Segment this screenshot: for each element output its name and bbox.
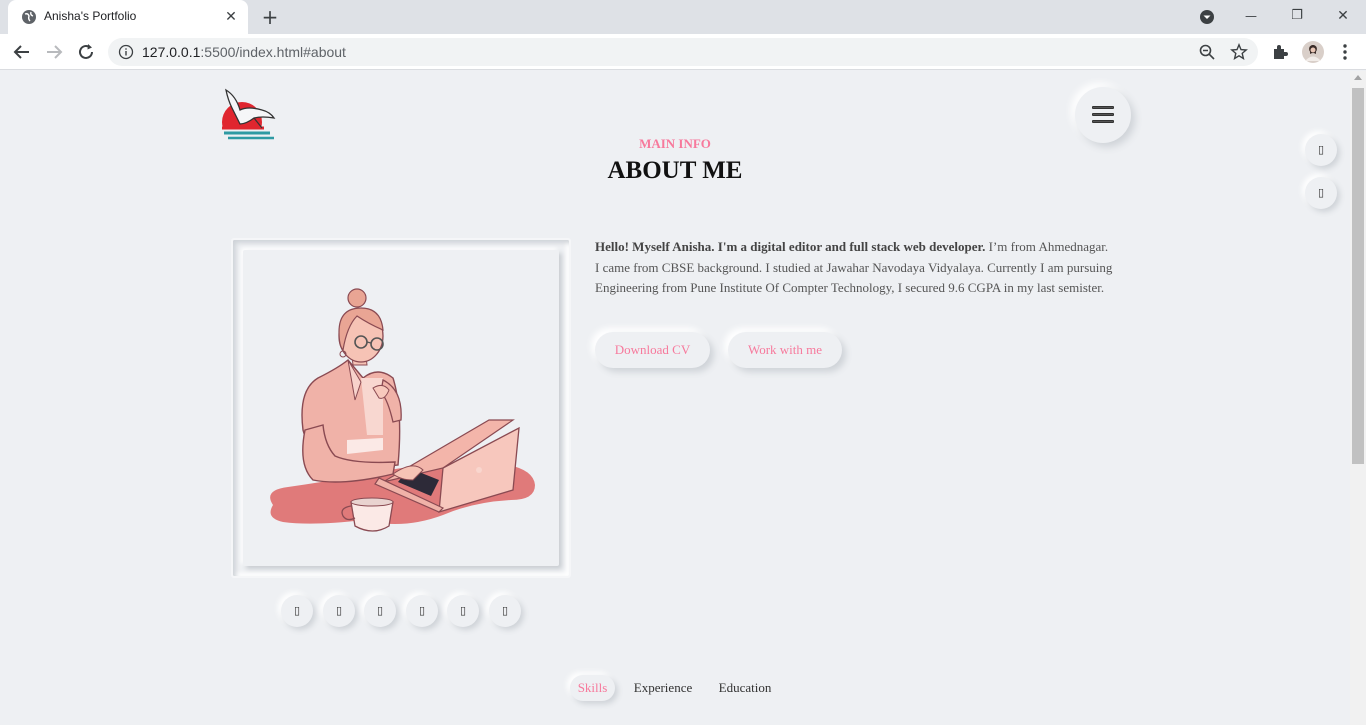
back-icon[interactable]: [10, 40, 34, 64]
address-bar[interactable]: 127.0.0.1:5500/index.html#about: [108, 38, 1258, 66]
about-description: Hello! Myself Anisha. I'm a digital edit…: [595, 237, 1115, 299]
extensions-icon[interactable]: [1270, 42, 1290, 62]
scrollbar-thumb[interactable]: [1352, 88, 1364, 464]
social-button-4[interactable]: ▯: [406, 595, 438, 627]
reload-icon[interactable]: [74, 40, 98, 64]
url-text[interactable]: 127.0.0.1:5500/index.html#about: [142, 44, 346, 60]
social-button-5[interactable]: ▯: [447, 595, 479, 627]
bird-sunset-logo[interactable]: [218, 88, 276, 146]
minimize-button[interactable]: —: [1239, 5, 1263, 29]
star-icon[interactable]: [1230, 43, 1248, 61]
browser-tab-strip: Anisha's Portfolio ✕ + — ❐ ✕: [0, 0, 1366, 34]
social-button-2[interactable]: ▯: [323, 595, 355, 627]
download-cv-button[interactable]: Download CV: [595, 332, 710, 368]
url-path: :5500/index.html#about: [200, 44, 346, 60]
url-host: 127.0.0.1: [142, 44, 201, 60]
new-tab-button[interactable]: +: [258, 6, 282, 30]
forward-icon[interactable]: [42, 40, 66, 64]
scroll-up-arrow-icon[interactable]: [1354, 75, 1362, 80]
social-button-3[interactable]: ▯: [364, 595, 396, 627]
browser-toolbar: 127.0.0.1:5500/index.html#about: [0, 34, 1366, 70]
profile-image-frame: [231, 238, 571, 578]
more-icon[interactable]: [1335, 42, 1355, 62]
section-title: ABOUT ME: [607, 157, 743, 184]
tab-close-icon[interactable]: ✕: [222, 8, 240, 26]
profile-illustration: [243, 250, 559, 566]
restore-button[interactable]: ❐: [1285, 5, 1309, 29]
globe-icon: [22, 10, 36, 24]
tab-experience[interactable]: Experience: [630, 675, 696, 701]
work-with-me-button[interactable]: Work with me: [728, 332, 842, 368]
menu-button[interactable]: [1075, 87, 1131, 143]
tab-search-icon[interactable]: [1195, 5, 1219, 29]
hamburger-icon: [1092, 106, 1114, 124]
tab-skills[interactable]: Skills: [570, 675, 615, 701]
woman-with-laptop-illustration: [270, 288, 535, 532]
tab-education[interactable]: Education: [714, 675, 776, 701]
about-page: ▯ ▯ MAIN INFO ABOUT ME ▯ ▯ ▯ ▯ ▯ ▯ Hello…: [0, 71, 1350, 725]
social-button-6[interactable]: ▯: [489, 595, 521, 627]
tab-title: Anisha's Portfolio: [44, 9, 137, 23]
section-tag: MAIN INFO: [639, 136, 711, 151]
about-intro-bold: Hello! Myself Anisha. I'm a digital edit…: [595, 239, 986, 254]
side-mobile-button-2[interactable]: ▯: [1305, 177, 1337, 209]
profile-avatar[interactable]: [1302, 41, 1324, 63]
page-scrollbar[interactable]: [1350, 71, 1366, 725]
info-icon[interactable]: [118, 44, 134, 60]
social-button-1[interactable]: ▯: [281, 595, 313, 627]
close-window-button[interactable]: ✕: [1331, 5, 1355, 29]
side-mobile-button-1[interactable]: ▯: [1305, 134, 1337, 166]
browser-tab[interactable]: Anisha's Portfolio ✕: [8, 0, 248, 34]
zoom-icon[interactable]: [1198, 43, 1216, 61]
